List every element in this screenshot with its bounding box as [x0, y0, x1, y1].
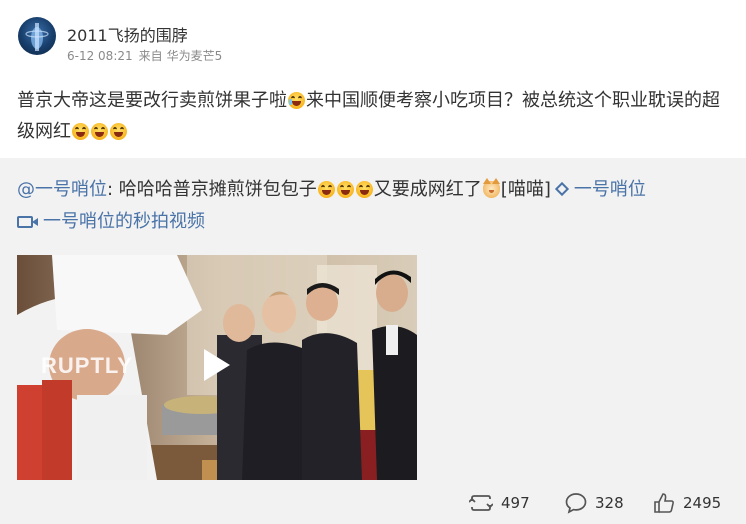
laughing-emoji-icon — [91, 123, 108, 140]
repost-text-part2: 又要成网红了 — [373, 179, 482, 200]
repost-box[interactable]: @一号哨位: 哈哈哈普京摊煎饼包包子 又要成网红了 [喵喵] 一号哨位一号哨位的秒拍视… — [0, 158, 746, 524]
repost-count: 497 — [501, 494, 530, 512]
laughing-emoji-icon — [110, 123, 127, 140]
author-name[interactable]: 2011飞扬的围脖 — [67, 22, 188, 46]
post-header: 2011飞扬的围脖 6-12 08:21 来自 华为麦芒5 — [0, 0, 746, 70]
cat-emoji-icon — [482, 178, 500, 198]
laughing-emoji-icon — [336, 181, 354, 198]
video-thumbnail[interactable]: RUPTLY — [17, 255, 417, 480]
play-icon[interactable] — [198, 347, 234, 383]
action-bar: 497 328 2495 — [0, 490, 746, 516]
repost-text-part1: : 哈哈哈普京摊煎饼包包子 — [107, 179, 317, 200]
comment-count: 328 — [595, 494, 624, 512]
source-prefix: 来自 — [138, 49, 163, 63]
post-time[interactable]: 6-12 08:21 — [67, 49, 133, 63]
diamond-icon — [554, 181, 569, 197]
repost-icon — [469, 495, 493, 511]
video-watermark: RUPTLY — [41, 353, 133, 378]
post-source: 华为麦芒5 — [166, 49, 223, 63]
post-meta: 6-12 08:21 来自 华为麦芒5 — [67, 47, 228, 64]
laughing-emoji-icon — [72, 123, 89, 140]
repost-text: @一号哨位: 哈哈哈普京摊煎饼包包子 又要成网红了 [喵喵] 一号哨位一号哨位的秒拍视… — [17, 174, 729, 238]
video-icon — [17, 216, 38, 228]
mention-link[interactable]: @一号哨位 — [17, 179, 107, 200]
like-button[interactable]: 2495 — [653, 490, 721, 516]
comment-icon — [565, 493, 587, 514]
video-link[interactable]: 一号哨位的秒拍视频 — [43, 211, 205, 232]
post-text-part1: 普京大帝这是要改行卖煎饼果子啦 — [17, 90, 287, 111]
comment-button[interactable]: 328 — [565, 490, 624, 516]
laughing-crying-emoji-icon — [288, 92, 305, 109]
thumbs-up-icon — [654, 493, 674, 513]
like-count: 2495 — [683, 494, 722, 512]
emoji-text: [喵喵] — [500, 179, 551, 200]
post-text: 普京大帝这是要改行卖煎饼果子啦 来中国顺便考察小吃项目？被总统这个职业耽误的超级网… — [17, 85, 729, 147]
laughing-emoji-icon — [355, 181, 373, 198]
avatar[interactable] — [18, 17, 56, 55]
laughing-emoji-icon — [317, 181, 335, 198]
topic-link[interactable]: 一号哨位 — [574, 179, 646, 200]
repost-button[interactable]: 497 — [469, 490, 530, 516]
